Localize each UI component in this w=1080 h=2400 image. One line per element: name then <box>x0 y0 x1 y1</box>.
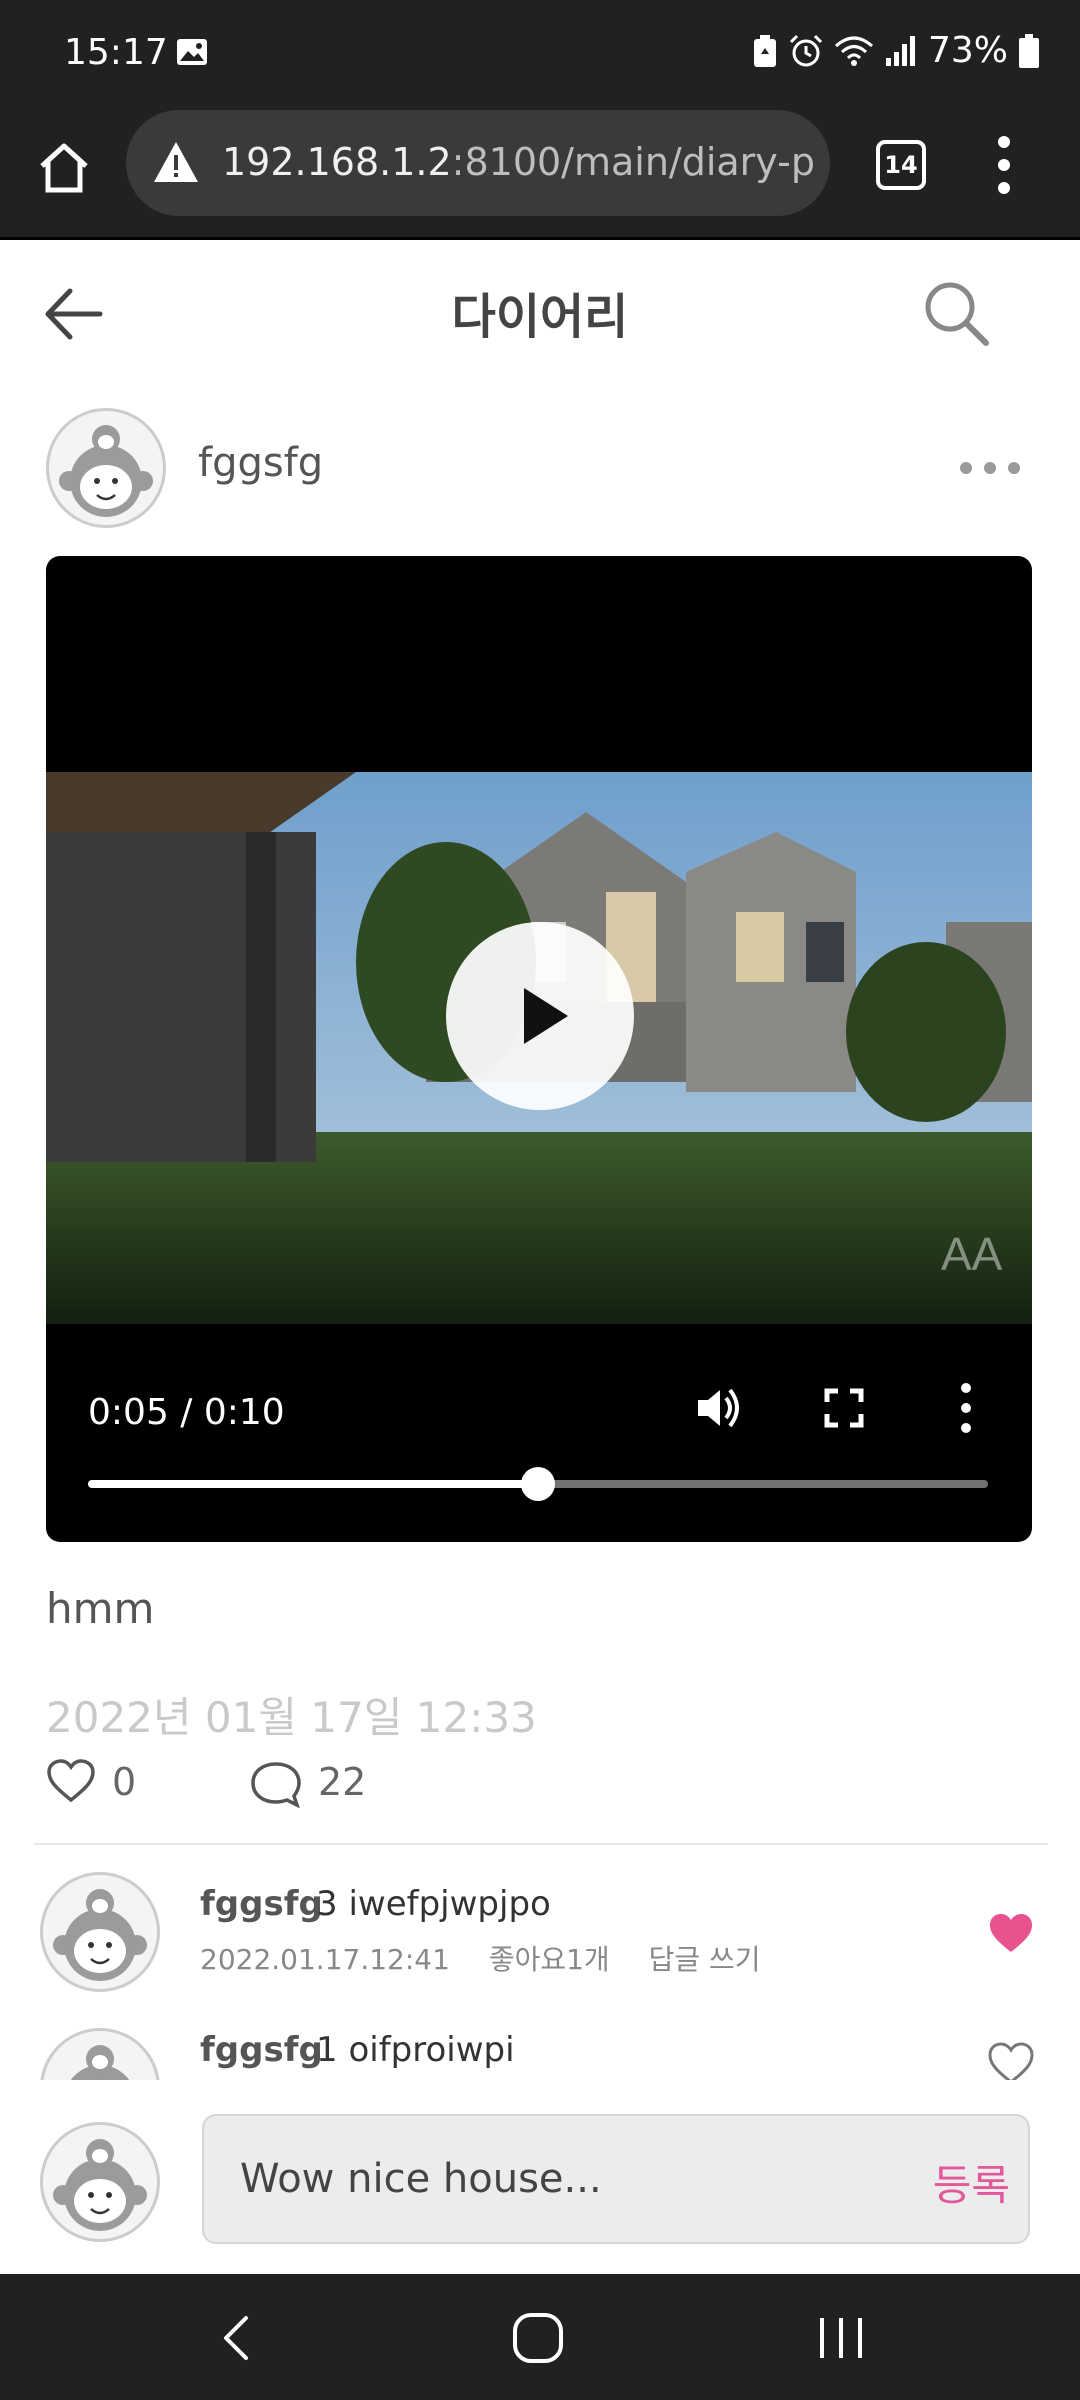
video-progress-fill <box>88 1480 538 1488</box>
more-options-icon[interactable] <box>958 458 1022 478</box>
comment-bubble-icon[interactable] <box>250 1760 302 1808</box>
wifi-icon <box>834 36 873 66</box>
comment-author[interactable]: fggsfg <box>200 2030 323 2070</box>
fullscreen-icon[interactable] <box>824 1388 864 1428</box>
like-count: 0 <box>112 1760 137 1804</box>
post-date: 2022년 01월 17일 12:33 <box>46 1693 537 1742</box>
volume-icon[interactable] <box>692 1382 744 1434</box>
video-more-icon[interactable] <box>958 1382 974 1434</box>
address-bar[interactable]: 192.168.1.2:8100/main/diary-p <box>126 110 830 216</box>
comment-meta: 2022.01.17.12:41 좋아요1개 답글 쓰기 <box>200 1938 791 1978</box>
monkey-avatar-icon <box>53 1889 147 1981</box>
video-progress-handle[interactable] <box>521 1467 555 1501</box>
divider <box>34 1843 1048 1845</box>
svg-text:AA: AA <box>941 1228 1003 1280</box>
gallery-icon <box>177 39 207 65</box>
comment-likes: 좋아요1개 <box>488 1943 610 1976</box>
my-avatar <box>40 2122 160 2242</box>
signal-icon <box>885 35 915 66</box>
search-icon[interactable] <box>920 277 992 349</box>
comment-text: 1 oifproiwpi <box>316 2030 515 2070</box>
battery-percent: 73% <box>927 30 1008 71</box>
comment-field[interactable]: 등록 <box>202 2114 1030 2244</box>
post-text: hmm <box>46 1584 155 1633</box>
alarm-icon <box>789 34 823 66</box>
author-avatar[interactable] <box>46 408 166 528</box>
monkey-avatar-icon <box>70 2045 130 2080</box>
comment-list: fggsfg 3 iwefpjwpjpo 2022.01.17.12:41 좋아… <box>0 1846 1080 2080</box>
comment-text: 3 iwefpjwpjpo <box>316 1884 551 1924</box>
reply-button[interactable]: 답글 쓰기 <box>649 1943 761 1976</box>
browser-toolbar: 192.168.1.2:8100/main/diary-p 14 <box>0 110 1080 240</box>
nav-back-icon[interactable] <box>216 2312 256 2364</box>
monkey-avatar-icon <box>59 425 153 517</box>
heart-filled-icon[interactable] <box>988 1912 1034 1954</box>
heart-outline-icon[interactable] <box>46 1758 96 1804</box>
comment-composer: 등록 <box>0 2080 1080 2274</box>
page-header: 다이어리 <box>0 243 1080 373</box>
video-time: 0:05 / 0:10 <box>88 1392 285 1433</box>
battery-saver-icon <box>753 34 776 67</box>
url-host: 192.168.1.2 <box>222 140 452 184</box>
comment-input[interactable] <box>240 2116 880 2242</box>
comment-item: fggsfg 1 oifproiwpi <box>0 2002 1080 2080</box>
comment-date: 2022.01.17.12:41 <box>200 1943 450 1976</box>
heart-outline-icon[interactable] <box>988 2042 1034 2080</box>
comment-count: 22 <box>318 1760 367 1804</box>
video-player[interactable]: AA 0:05 / 0:10 <box>46 556 1032 1542</box>
system-nav-bar <box>0 2274 1080 2400</box>
warning-icon[interactable] <box>152 140 200 184</box>
submit-comment-button[interactable]: 등록 <box>933 2152 1010 2213</box>
comment-author[interactable]: fggsfg <box>200 1884 323 1924</box>
comment-avatar[interactable] <box>40 2028 160 2080</box>
nav-home-icon[interactable] <box>510 2310 566 2366</box>
page-title: 다이어리 <box>451 289 629 345</box>
status-icons: 73% <box>752 30 1040 71</box>
url-text[interactable]: 192.168.1.2:8100/main/diary-p <box>222 140 822 184</box>
nav-recents-icon[interactable] <box>816 2312 866 2364</box>
author-name[interactable]: fggsfg <box>198 440 323 486</box>
browser-menu-icon[interactable] <box>992 132 1016 198</box>
battery-icon <box>1019 33 1039 68</box>
tab-switcher-button[interactable]: 14 <box>876 140 926 190</box>
status-time: 15:17 <box>64 32 168 73</box>
video-progress-bar[interactable] <box>88 1467 988 1501</box>
play-button[interactable] <box>446 922 634 1110</box>
monkey-avatar-icon <box>53 2139 147 2231</box>
comment-item: fggsfg 3 iwefpjwpjpo 2022.01.17.12:41 좋아… <box>0 1846 1080 1992</box>
browser-home-icon[interactable] <box>36 140 92 196</box>
play-icon <box>524 988 568 1044</box>
status-bar: 15:17 73% <box>0 0 1080 110</box>
url-path: :8100/main/diary-p <box>451 140 815 184</box>
comment-avatar[interactable] <box>40 1872 160 1992</box>
